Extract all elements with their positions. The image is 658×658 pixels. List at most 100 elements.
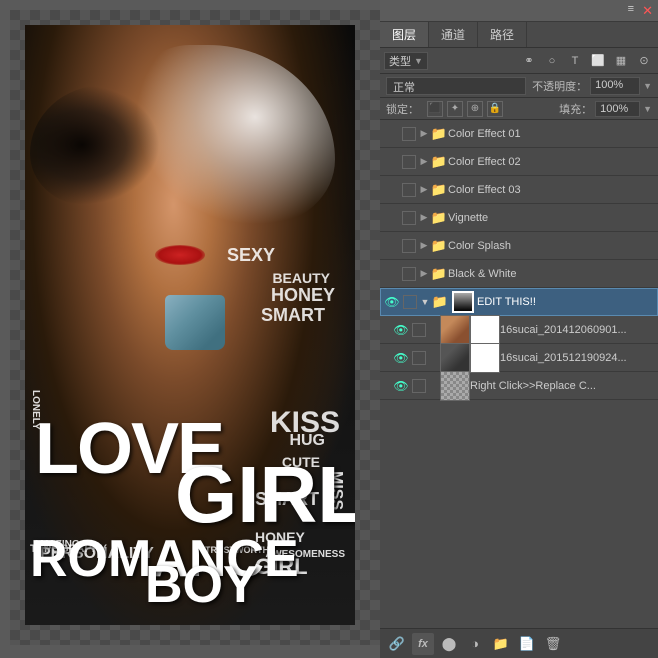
image-thumbnail-01 bbox=[440, 315, 470, 345]
delete-layer-icon[interactable]: 🗑 bbox=[542, 633, 564, 655]
blend-opacity-row: 正常 不透明度： 100% ▼ bbox=[380, 74, 658, 98]
visibility-eye-icon[interactable] bbox=[382, 265, 400, 283]
layer-mask-thumbnail bbox=[452, 291, 474, 313]
word-sexy: SEXY bbox=[227, 245, 275, 266]
layer-expand-arrow-icon[interactable]: ▶ bbox=[418, 237, 430, 255]
layer-checkbox[interactable] bbox=[402, 183, 416, 197]
new-layer-icon[interactable]: 📄 bbox=[516, 633, 538, 655]
adjustment-layer-icon[interactable]: ◑ bbox=[464, 633, 486, 655]
layer-name: Vignette bbox=[448, 212, 656, 224]
layer-color-effect-01[interactable]: ▶ 📁 Color Effect 01 bbox=[380, 120, 658, 148]
big-boy-text: BOY bbox=[145, 555, 258, 615]
layer-expand-arrow-icon[interactable]: ▶ bbox=[418, 181, 430, 199]
lock-icons-group: ⬛ ✦ ⊕ 🔒 bbox=[427, 101, 503, 117]
layer-folder-icon: 📁 bbox=[430, 265, 448, 283]
filter-icon-2[interactable]: ○ bbox=[542, 52, 562, 70]
layer-folder-icon: 📁 bbox=[431, 293, 449, 311]
layer-expand-arrow-icon[interactable]: ▶ bbox=[418, 209, 430, 227]
layer-expand-arrow-icon[interactable]: ▶ bbox=[418, 125, 430, 143]
layer-name: Color Effect 02 bbox=[448, 156, 656, 168]
tab-paths[interactable]: 路径 bbox=[478, 22, 527, 47]
layers-list: ▶ 📁 Color Effect 01 ▶ 📁 Color Effect 02 … bbox=[380, 120, 658, 628]
mug-detail bbox=[165, 295, 225, 350]
lock-pixels-icon[interactable]: ⬛ bbox=[427, 101, 443, 117]
layer-folder-icon: 📁 bbox=[430, 237, 448, 255]
fx-effects-icon[interactable]: fx bbox=[412, 633, 434, 655]
layer-expand-arrow-icon[interactable]: ▶ bbox=[418, 265, 430, 283]
canvas-area: SEXY HONEY BEAUTY SMART HUG CUTE KISS MI… bbox=[10, 10, 380, 645]
tab-layers[interactable]: 图层 bbox=[380, 22, 429, 47]
filter-type-dropdown[interactable]: 类型 ▼ bbox=[384, 52, 428, 70]
opacity-input[interactable]: 100% bbox=[590, 77, 640, 95]
visibility-eye-icon[interactable] bbox=[382, 181, 400, 199]
word-kiss: KISS bbox=[270, 406, 340, 440]
visibility-eye-icon[interactable] bbox=[382, 209, 400, 227]
visibility-eye-icon[interactable]: 👁 bbox=[392, 321, 410, 339]
lock-position-icon[interactable]: ✦ bbox=[447, 101, 463, 117]
visibility-eye-icon[interactable]: 👁 bbox=[383, 293, 401, 311]
visibility-eye-icon[interactable]: 👁 bbox=[392, 377, 410, 395]
fill-input[interactable]: 100% bbox=[595, 101, 640, 117]
fill-control: 填充： 100% ▼ bbox=[559, 101, 652, 117]
lock-artboard-icon[interactable]: ⊕ bbox=[467, 101, 483, 117]
layer-image-01[interactable]: 👁 16sucai_201412060901... bbox=[380, 316, 658, 344]
filter-icon-3[interactable]: T bbox=[565, 52, 585, 70]
layer-checkbox[interactable] bbox=[412, 323, 426, 337]
add-mask-icon[interactable]: ⬤ bbox=[438, 633, 460, 655]
mask-thumbnail-01 bbox=[470, 315, 500, 345]
layer-folder-icon: 📁 bbox=[430, 209, 448, 227]
filter-icon-1[interactable]: ⚭ bbox=[519, 52, 539, 70]
dropdown-arrow-icon: ▼ bbox=[414, 56, 423, 66]
layer-name: Color Effect 03 bbox=[448, 184, 656, 196]
fill-arrow-icon: ▼ bbox=[643, 104, 652, 114]
filter-toolbar: 类型 ▼ ⚭ ○ T ⬜ ▦ ⊙ bbox=[380, 48, 658, 74]
layer-expand-arrow-icon[interactable]: ▼ bbox=[419, 293, 431, 311]
panel-top-bar: ≡ ✕ bbox=[380, 0, 658, 22]
layer-name: 16sucai_201512190924... bbox=[500, 352, 656, 364]
lips-detail bbox=[155, 245, 205, 265]
filter-icon-6[interactable]: ⊙ bbox=[634, 52, 654, 70]
visibility-eye-icon[interactable] bbox=[382, 237, 400, 255]
layer-checkbox[interactable] bbox=[402, 267, 416, 281]
layer-checkbox[interactable] bbox=[412, 351, 426, 365]
layer-color-effect-03[interactable]: ▶ 📁 Color Effect 03 bbox=[380, 176, 658, 204]
word-smart: SMART bbox=[261, 305, 325, 326]
lock-all-icon[interactable]: 🔒 bbox=[487, 101, 503, 117]
layer-checkbox[interactable] bbox=[412, 379, 426, 393]
layer-name: 16sucai_201412060901... bbox=[500, 324, 656, 336]
panel-bottom-toolbar: 🔗 fx ⬤ ◑ 📁 📄 🗑 bbox=[380, 628, 658, 658]
filter-icon-5[interactable]: ▦ bbox=[611, 52, 631, 70]
layer-name: EDIT THIS!! bbox=[477, 296, 655, 308]
layer-edit-this[interactable]: 👁 ▼ 📁 EDIT THIS!! bbox=[380, 288, 658, 316]
layer-checkbox[interactable] bbox=[402, 155, 416, 169]
layer-color-effect-02[interactable]: ▶ 📁 Color Effect 02 bbox=[380, 148, 658, 176]
word-beauty: BEAUTY bbox=[272, 270, 330, 286]
visibility-eye-icon[interactable] bbox=[382, 153, 400, 171]
blend-mode-select[interactable]: 正常 bbox=[386, 77, 526, 95]
layer-black-white[interactable]: ▶ 📁 Black & White bbox=[380, 260, 658, 288]
big-girl-text: GIRL bbox=[175, 455, 355, 535]
layer-checkbox[interactable] bbox=[402, 211, 416, 225]
layer-name: Color Splash bbox=[448, 240, 656, 252]
filter-icon-4[interactable]: ⬜ bbox=[588, 52, 608, 70]
visibility-eye-icon[interactable]: 👁 bbox=[392, 349, 410, 367]
layer-vignette[interactable]: ▶ 📁 Vignette bbox=[380, 204, 658, 232]
close-button[interactable]: ✕ bbox=[642, 3, 653, 19]
collapse-icon[interactable]: ≡ bbox=[628, 3, 634, 19]
opacity-arrow-icon: ▼ bbox=[643, 81, 652, 91]
layer-checkbox[interactable] bbox=[402, 239, 416, 253]
canvas-content: SEXY HONEY BEAUTY SMART HUG CUTE KISS MI… bbox=[25, 25, 355, 625]
layer-replace-contents[interactable]: 👁 Right Click>>Replace C... bbox=[380, 372, 658, 400]
layer-checkbox[interactable] bbox=[402, 127, 416, 141]
link-icon[interactable]: 🔗 bbox=[386, 633, 408, 655]
lock-fill-row: 锁定： ⬛ ✦ ⊕ 🔒 填充： 100% ▼ bbox=[380, 98, 658, 120]
layer-name: Black & White bbox=[448, 268, 656, 280]
create-group-icon[interactable]: 📁 bbox=[490, 633, 512, 655]
panel-tab-bar: 图层 通道 路径 bbox=[380, 22, 658, 48]
visibility-eye-icon[interactable] bbox=[382, 125, 400, 143]
layer-image-02[interactable]: 👁 16sucai_201512190924... bbox=[380, 344, 658, 372]
tab-channels[interactable]: 通道 bbox=[429, 22, 478, 47]
layer-color-splash[interactable]: ▶ 📁 Color Splash bbox=[380, 232, 658, 260]
layer-expand-arrow-icon[interactable]: ▶ bbox=[418, 153, 430, 171]
layer-checkbox[interactable] bbox=[403, 295, 417, 309]
